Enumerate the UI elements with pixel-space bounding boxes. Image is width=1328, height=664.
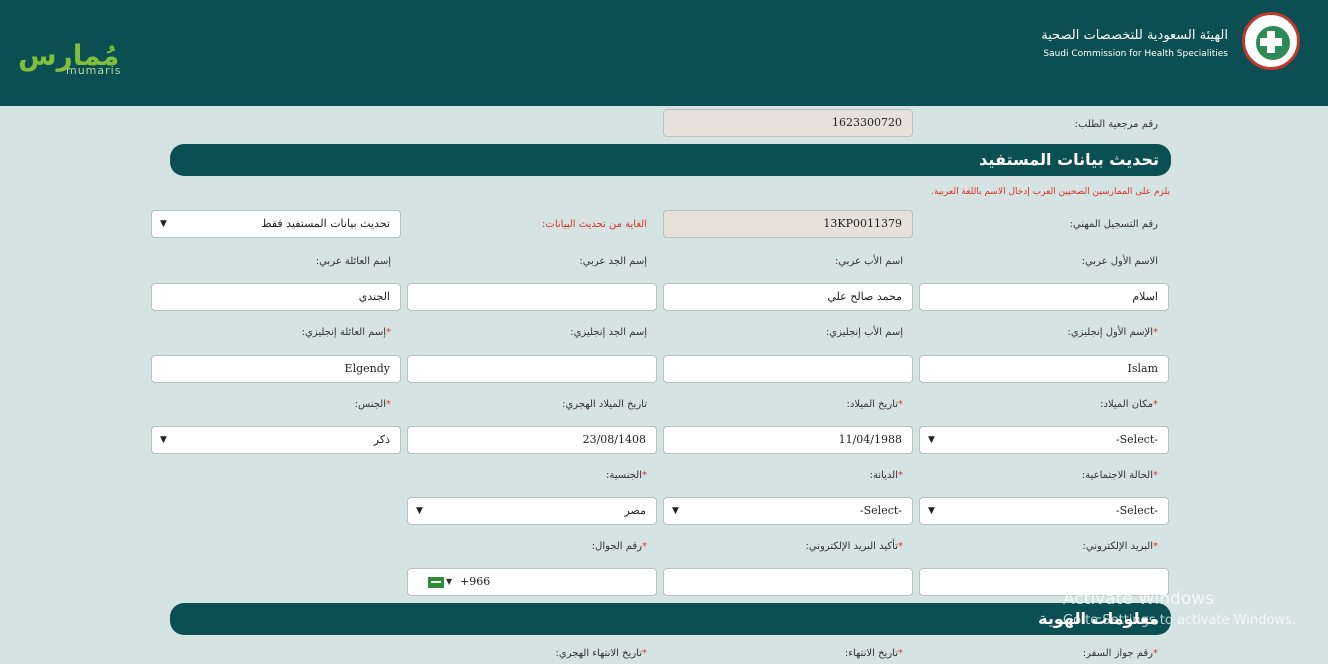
section-update-banner: تحديث بيانات المستفيد [170, 144, 1171, 176]
expiry-hijri-label: تاريخ الانتهاء الهجري: [555, 648, 643, 659]
birth-place-label-wrap: *مكان الميلاد: [1100, 399, 1158, 410]
registration-label: رقم التسجيل المهني: [1069, 219, 1158, 230]
religion-label: الديانة: [869, 470, 898, 481]
chevron-down-icon: ▼ [160, 435, 167, 445]
marital-value: -Select- [1115, 504, 1158, 517]
saudi-flag-icon[interactable] [428, 577, 444, 588]
email-confirm-label-wrap: *تأكيد البريد الإلكتروني: [805, 541, 903, 552]
passport-label: رقم جواز السفر: [1082, 648, 1153, 659]
chevron-down-icon: ▼ [928, 435, 935, 445]
birth-place-label: مكان الميلاد: [1100, 399, 1153, 410]
grand-name-en-label: إسم الجد إنجليزي: [570, 327, 647, 338]
birth-date-label: تاريخ الميلاد: [846, 399, 899, 410]
windows-activation-watermark: Activate Windows [1063, 589, 1214, 609]
request-ref-label: رقم مرجعية الطلب: [1074, 119, 1158, 130]
gender-label-wrap: *الجنس: [354, 399, 391, 410]
email-confirm-label: تأكيد البريد الإلكتروني: [805, 541, 898, 552]
top-header: مُمارس mumaris الهيئة السعودية للتخصصات … [0, 0, 1328, 106]
first-name-ar-field[interactable]: اسلام [919, 283, 1169, 311]
arabic-name-note: يلزم على الممارسين الصحيين العرب إدخال ا… [931, 187, 1170, 197]
email-label: البريد الإلكتروني: [1082, 541, 1153, 552]
grand-name-ar-field[interactable] [407, 283, 657, 311]
expiry-label-wrap: *تاريخ الانتهاء: [844, 648, 903, 659]
family-name-ar-label: إسم العائلة عربي: [315, 256, 391, 267]
mumaris-logo-lat: mumaris [66, 64, 122, 77]
birth-place-select[interactable]: -Select- ▼ [919, 426, 1169, 454]
religion-label-wrap: *الديانة: [869, 470, 903, 481]
father-name-en-label: إسم الأب إنجليزي: [825, 327, 903, 338]
scfhs-seal-icon [1242, 12, 1300, 70]
passport-label-wrap: *رقم جواز السفر: [1082, 648, 1158, 659]
mobile-country-code: +966 [460, 575, 491, 588]
expiry-label: تاريخ الانتهاء: [844, 648, 898, 659]
family-name-en-label: إسم العائلة إنجليزي: [301, 327, 386, 338]
purpose-select[interactable]: تحديث بيانات المستفيد فقط ▼ [151, 210, 401, 238]
purpose-label: الغاية من تحديث البيانات: [542, 219, 647, 230]
nationality-label-wrap: *الجنسية: [606, 470, 647, 481]
chevron-down-icon: ▼ [928, 506, 935, 516]
birth-place-value: -Select- [1115, 433, 1158, 446]
chevron-down-icon: ▼ [416, 506, 423, 516]
religion-value: -Select- [859, 504, 902, 517]
registration-field: 13KP0011379 [663, 210, 913, 238]
birth-hijri-field[interactable]: 23/08/1408 [407, 426, 657, 454]
first-name-en-field[interactable]: Islam [919, 355, 1169, 383]
father-name-en-field[interactable] [663, 355, 913, 383]
grand-name-en-field[interactable] [407, 355, 657, 383]
windows-activation-subtext: Go to Settings to activate Windows. [1063, 613, 1296, 628]
email-confirm-field[interactable] [663, 568, 913, 596]
email-label-wrap: *البريد الإلكتروني: [1082, 541, 1158, 552]
birth-hijri-label: تاريخ الميلاد الهجري: [562, 399, 647, 410]
nationality-label: الجنسية: [606, 470, 642, 481]
father-name-ar-field[interactable]: محمد صالح علي [663, 283, 913, 311]
mobile-field[interactable]: ▼ +966 [407, 568, 657, 596]
nationality-value: مصر [624, 504, 646, 517]
marital-label: الحالة الاجتماعية: [1081, 470, 1153, 481]
mumaris-logo[interactable]: مُمارس mumaris [18, 42, 120, 78]
mobile-label: رقم الجوال: [591, 541, 642, 552]
chevron-down-icon: ▼ [160, 219, 167, 229]
first-name-ar-label: الاسم الأول عربي: [1081, 256, 1158, 267]
grand-name-ar-label: إسم الجد عربي: [579, 256, 647, 267]
chevron-down-icon: ▼ [672, 506, 679, 516]
section-update-title: تحديث بيانات المستفيد [979, 150, 1159, 169]
gender-value: ذكر [373, 433, 390, 446]
gender-label: الجنس: [354, 399, 386, 410]
nationality-select[interactable]: مصر ▼ [407, 497, 657, 525]
first-name-en-label: الإسم الأول إنجليزي: [1067, 327, 1153, 338]
mobile-label-wrap: *رقم الجوال: [591, 541, 647, 552]
section-identity-banner: معلومات الهوية [170, 603, 1171, 635]
marital-label-wrap: *الحالة الاجتماعية: [1081, 470, 1158, 481]
family-name-en-field[interactable]: Elgendy [151, 355, 401, 383]
request-ref-field: 1623300720 [663, 109, 913, 137]
father-name-ar-label: اسم الأب عربي: [834, 256, 903, 267]
org-name-ar: الهيئة السعودية للتخصصات الصحية [1041, 28, 1228, 43]
religion-select[interactable]: -Select- ▼ [663, 497, 913, 525]
org-name-en: Saudi Commission for Health Specialities [1043, 49, 1228, 59]
expiry-hijri-label-wrap: *تاريخ الانتهاء الهجري: [555, 648, 648, 659]
marital-select[interactable]: -Select- ▼ [919, 497, 1169, 525]
gender-select[interactable]: ذكر ▼ [151, 426, 401, 454]
birth-date-label-wrap: *تاريخ الميلاد: [846, 399, 904, 410]
purpose-value: تحديث بيانات المستفيد فقط [261, 217, 390, 230]
chevron-down-icon[interactable]: ▼ [446, 569, 452, 595]
family-name-en-label-wrap: *إسم العائلة إنجليزي: [301, 327, 391, 338]
birth-date-field[interactable]: 11/04/1988 [663, 426, 913, 454]
first-name-en-label-wrap: *الإسم الأول إنجليزي: [1067, 327, 1158, 338]
family-name-ar-field[interactable]: الجندي [151, 283, 401, 311]
